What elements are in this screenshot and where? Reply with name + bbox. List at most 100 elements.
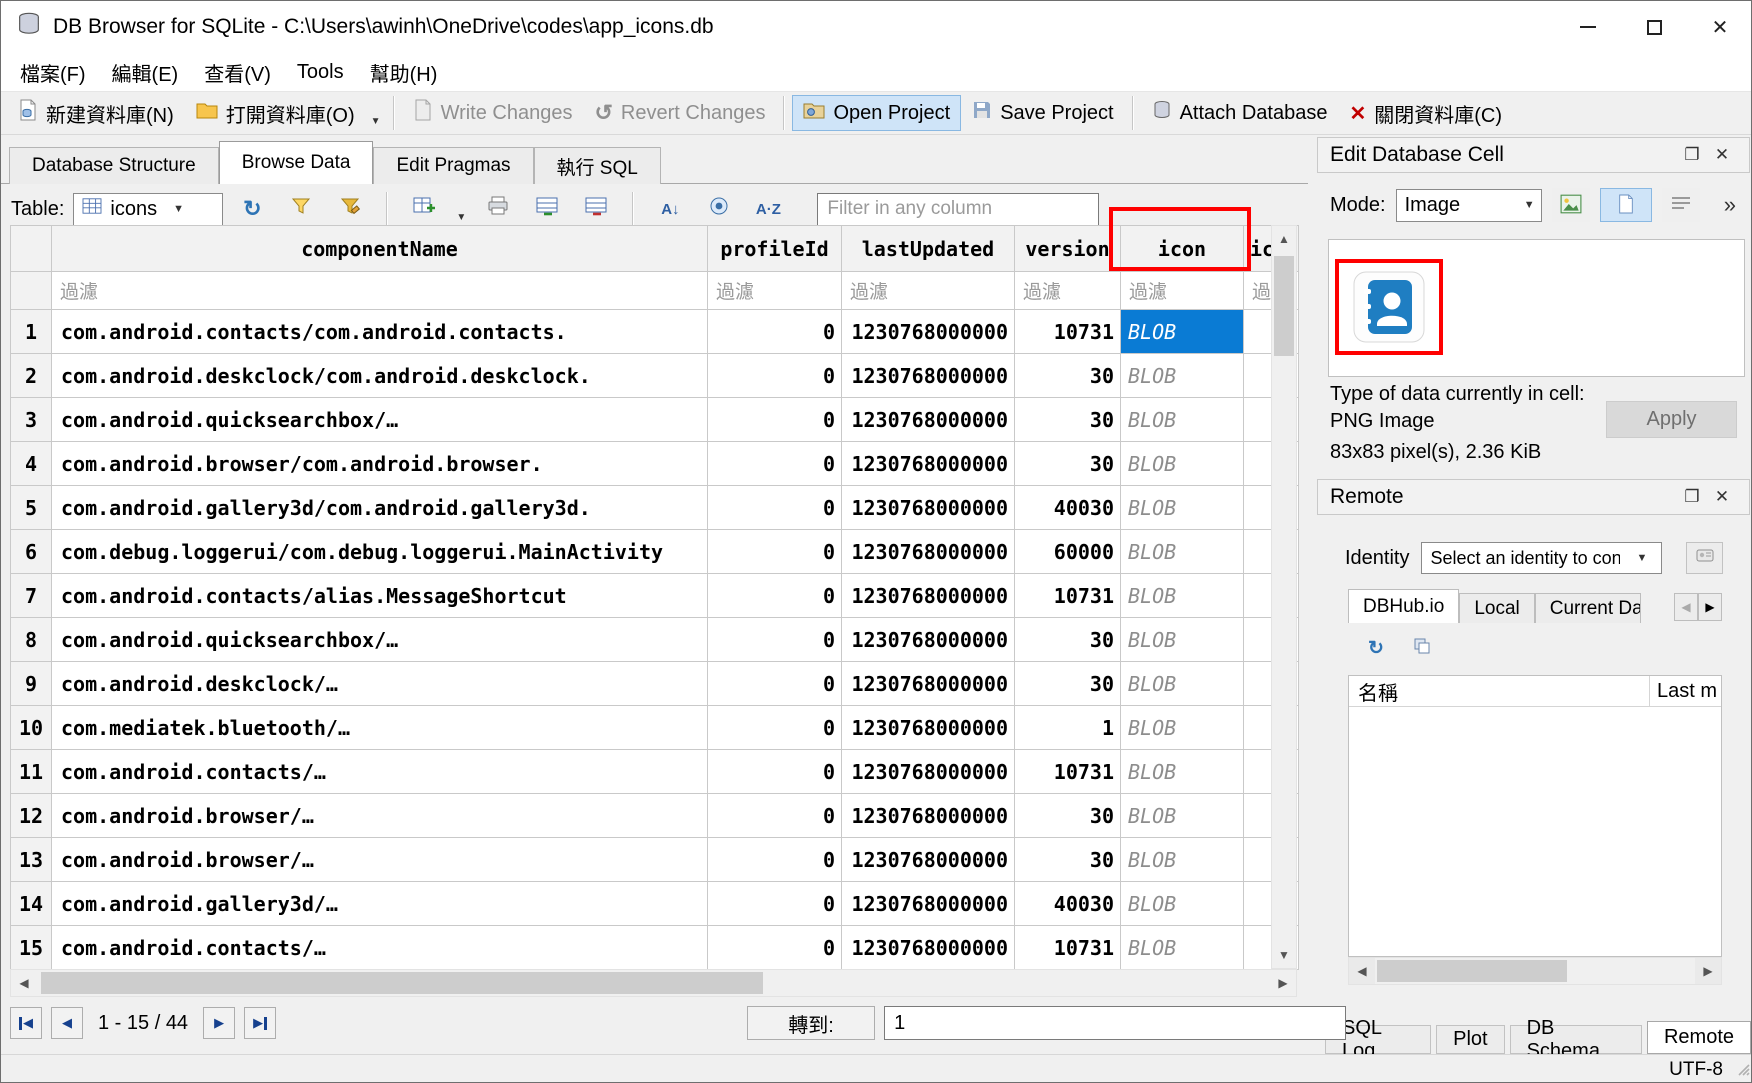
scroll-right-icon[interactable]: ▶	[1270, 970, 1296, 996]
cell-lastupdated[interactable]: 1230768000000	[842, 794, 1015, 838]
filter-any-column-input[interactable]	[817, 193, 1099, 226]
cell-profileid[interactable]: 0	[708, 838, 842, 882]
scroll-down-icon[interactable]: ▼	[1272, 942, 1296, 968]
cell-componentname[interactable]: com.android.browser/com.android.browser.	[52, 442, 708, 486]
row-number[interactable]: 5	[11, 486, 52, 530]
scroll-left-icon[interactable]: ◀	[1349, 958, 1375, 984]
cell-lastupdated[interactable]: 1230768000000	[842, 706, 1015, 750]
cell-lastupdated[interactable]: 1230768000000	[842, 618, 1015, 662]
tab-remote[interactable]: Remote	[1647, 1021, 1751, 1054]
write-changes-button[interactable]: Write Changes	[402, 95, 584, 131]
delete-row-button[interactable]	[576, 192, 616, 226]
cell-lastupdated[interactable]: 1230768000000	[842, 882, 1015, 926]
horizontal-scrollbar[interactable]: ◀ ▶	[10, 969, 1297, 997]
cell-version[interactable]: 30	[1015, 794, 1121, 838]
scroll-right-icon[interactable]: ▶	[1695, 958, 1721, 984]
tab-browse-data[interactable]: Browse Data	[219, 141, 374, 184]
row-number[interactable]: 11	[11, 750, 52, 794]
remote-horizontal-scrollbar[interactable]: ◀ ▶	[1348, 957, 1722, 985]
goto-input[interactable]	[884, 1006, 1346, 1040]
remote-column-name[interactable]: 名稱	[1349, 676, 1650, 706]
cell-profileid[interactable]: 0	[708, 882, 842, 926]
cell-profileid[interactable]: 0	[708, 398, 842, 442]
open-database-dropdown[interactable]: ▼	[366, 95, 386, 131]
vertical-scrollbar-thumb[interactable]	[1274, 256, 1294, 356]
close-database-button[interactable]: ✕ 關閉資料庫(C)	[1338, 95, 1513, 131]
print-button[interactable]	[478, 192, 518, 226]
row-number[interactable]: 1	[11, 310, 52, 354]
cell-icon-blob[interactable]: BLOB	[1121, 882, 1244, 926]
first-page-button[interactable]: ◀	[10, 1007, 42, 1039]
revert-changes-button[interactable]: ↺ Revert Changes	[583, 95, 776, 131]
menu-tools[interactable]: Tools	[284, 56, 357, 89]
new-record-dropdown[interactable]: ▼	[453, 192, 469, 226]
cell-version[interactable]: 30	[1015, 838, 1121, 882]
identity-settings-button[interactable]	[1686, 542, 1723, 574]
menu-view[interactable]: 查看(V)	[191, 53, 284, 92]
cell-icon-blob[interactable]: BLOB	[1121, 618, 1244, 662]
mode-dropdown[interactable]: Image ▼	[1396, 189, 1542, 222]
row-number[interactable]: 6	[11, 530, 52, 574]
cell-profileid[interactable]: 0	[708, 926, 842, 970]
cell-version[interactable]: 1	[1015, 706, 1121, 750]
attach-database-button[interactable]: Attach Database	[1141, 95, 1339, 131]
tab-local[interactable]: Local	[1459, 593, 1534, 623]
cell-version[interactable]: 10731	[1015, 574, 1121, 618]
cell-version[interactable]: 30	[1015, 662, 1121, 706]
row-number[interactable]: 12	[11, 794, 52, 838]
goto-button[interactable]: 轉到:	[747, 1006, 875, 1040]
tab-db-schema[interactable]: DB Schema	[1510, 1025, 1642, 1054]
menu-help[interactable]: 幫助(H)	[357, 53, 451, 92]
resize-grip[interactable]	[1737, 1063, 1751, 1082]
last-page-button[interactable]: ▶	[244, 1007, 276, 1039]
float-panel-icon[interactable]: ❐	[1677, 484, 1707, 510]
column-header-icon[interactable]: icon	[1121, 226, 1244, 272]
close-panel-icon[interactable]: ✕	[1707, 484, 1737, 510]
tab-plot[interactable]: Plot	[1436, 1025, 1504, 1054]
save-project-button[interactable]: Save Project	[961, 95, 1124, 131]
clear-filter-button[interactable]	[281, 192, 321, 226]
maximize-button[interactable]	[1621, 1, 1687, 53]
cell-profileid[interactable]: 0	[708, 706, 842, 750]
row-number[interactable]: 8	[11, 618, 52, 662]
filter-profileid[interactable]: 過濾	[708, 272, 842, 310]
row-number[interactable]: 15	[11, 926, 52, 970]
cell-componentname[interactable]: com.android.gallery3d/…	[52, 882, 708, 926]
cell-lastupdated[interactable]: 1230768000000	[842, 530, 1015, 574]
cell-componentname[interactable]: com.android.contacts/…	[52, 750, 708, 794]
encoding-label[interactable]: UTF-8	[1669, 1059, 1723, 1081]
cell-profileid[interactable]: 0	[708, 442, 842, 486]
cell-componentname[interactable]: com.android.deskclock/…	[52, 662, 708, 706]
cell-componentname[interactable]: com.android.contacts/com.android.contact…	[52, 310, 708, 354]
cell-profileid[interactable]: 0	[708, 354, 842, 398]
save-filter-button[interactable]	[330, 192, 370, 226]
cell-componentname[interactable]: com.mediatek.bluetooth/…	[52, 706, 708, 750]
cell-version[interactable]: 60000	[1015, 530, 1121, 574]
cell-componentname[interactable]: com.debug.loggerui/com.debug.loggerui.Ma…	[52, 530, 708, 574]
cell-componentname[interactable]: com.android.quicksearchbox/…	[52, 618, 708, 662]
cell-version[interactable]: 30	[1015, 354, 1121, 398]
cell-componentname[interactable]: com.android.gallery3d/com.android.galler…	[52, 486, 708, 530]
cell-componentname[interactable]: com.android.browser/…	[52, 794, 708, 838]
cell-icon-blob[interactable]: BLOB	[1121, 750, 1244, 794]
cell-componentname[interactable]: com.android.quicksearchbox/…	[52, 398, 708, 442]
horizontal-scrollbar-thumb[interactable]	[41, 972, 763, 994]
vertical-scrollbar[interactable]: ▲ ▼	[1271, 225, 1297, 969]
filter-version[interactable]: 過濾	[1015, 272, 1121, 310]
row-number[interactable]: 13	[11, 838, 52, 882]
remote-column-lastmodified[interactable]: Last m	[1650, 676, 1721, 706]
edit-cell-button[interactable]	[699, 192, 739, 226]
tab-scroll-right-button[interactable]: ▶	[1698, 593, 1722, 621]
new-database-button[interactable]: 新建資料庫(N)	[7, 95, 185, 131]
row-number[interactable]: 4	[11, 442, 52, 486]
cell-lastupdated[interactable]: 1230768000000	[842, 398, 1015, 442]
cell-lastupdated[interactable]: 1230768000000	[842, 354, 1015, 398]
column-header-profileid[interactable]: profileId	[708, 226, 842, 272]
remote-clone-button[interactable]	[1407, 631, 1437, 665]
cell-version[interactable]: 10731	[1015, 750, 1121, 794]
cell-lastupdated[interactable]: 1230768000000	[842, 574, 1015, 618]
menu-edit[interactable]: 編輯(E)	[99, 53, 192, 92]
cell-lastupdated[interactable]: 1230768000000	[842, 662, 1015, 706]
cell-version[interactable]: 30	[1015, 398, 1121, 442]
scroll-left-icon[interactable]: ◀	[11, 970, 37, 996]
